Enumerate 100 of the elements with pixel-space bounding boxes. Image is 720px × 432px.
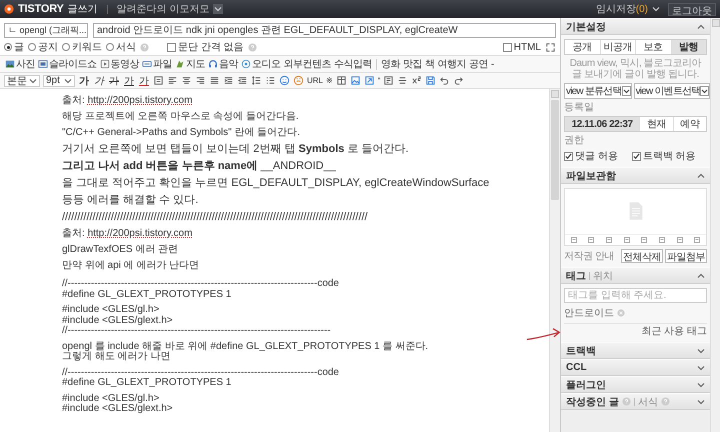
text-style-button[interactable]: 가: [138, 74, 150, 88]
chevron-icon[interactable]: [697, 364, 705, 372]
divider-icon[interactable]: [397, 75, 408, 86]
section-header[interactable]: CCL: [561, 359, 710, 376]
section-tab[interactable]: 태그: [566, 268, 586, 282]
line-spacing-icon[interactable]: [251, 75, 262, 86]
align-right-icon[interactable]: [195, 75, 206, 86]
insert-button[interactable]: 슬라이드쇼: [37, 57, 98, 71]
view-select[interactable]: view 분류선택: [564, 83, 632, 99]
post-type-radio[interactable]: 글: [4, 40, 24, 54]
superscript-icon[interactable]: [411, 75, 422, 86]
chevron-icon[interactable]: [697, 398, 705, 406]
toolbar-button[interactable]: URL: [307, 76, 324, 85]
insert-button[interactable]: 외부컨텐츠: [282, 57, 332, 71]
dropdown-icon[interactable]: [700, 86, 710, 96]
outdent-icon[interactable]: [237, 75, 248, 86]
insert-button[interactable]: 수식입력: [333, 57, 373, 71]
info-button[interactable]: 여행지: [436, 57, 467, 71]
scrollbar[interactable]: [549, 89, 560, 432]
info-button[interactable]: 책: [424, 57, 436, 71]
link-icon[interactable]: [364, 75, 375, 86]
code-line: #include <GLES/glext.h>: [62, 404, 174, 414]
caret-icon[interactable]: [652, 5, 660, 13]
section-header[interactable]: 플러그인: [561, 376, 710, 393]
date-option[interactable]: 12.11.06 22:37: [565, 117, 640, 131]
info-button[interactable]: 영화: [380, 57, 401, 71]
expand-icon[interactable]: [545, 42, 556, 52]
chevron-icon[interactable]: [697, 22, 705, 30]
undo-icon[interactable]: [439, 75, 450, 86]
paragraph-style-select[interactable]: 본문: [4, 74, 40, 86]
caret-icon[interactable]: [29, 76, 37, 84]
text-style-button[interactable]: 가: [123, 74, 135, 88]
indent-icon[interactable]: [223, 75, 234, 86]
chevron-icon[interactable]: [697, 272, 705, 280]
source-link[interactable]: http://200psi.tistory.com: [88, 95, 192, 106]
paragraph: glDrawTexfOES 에러 관련: [62, 243, 180, 257]
insert-button[interactable]: 동영상: [98, 57, 140, 71]
tag-field[interactable]: 태그를 입력해 주세요.: [564, 288, 707, 303]
dropdown-icon[interactable]: [213, 4, 224, 14]
title-field[interactable]: android 안드로이드 ndk jni opengles 관련 EGL_DEFAULT_DISPLAY, eglCreateW: [93, 22, 556, 38]
post-type-radio[interactable]: 키워드: [62, 40, 102, 54]
caret-icon[interactable]: [64, 76, 72, 84]
info-button[interactable]: 맛집: [402, 57, 423, 71]
category-select[interactable]: ㄴ opengl (그래픽...: [4, 22, 88, 38]
chevron-icon[interactable]: [697, 172, 705, 180]
source-link[interactable]: http://200psi.tistory.com: [88, 228, 192, 239]
scrollbar[interactable]: [710, 18, 720, 432]
insert-button[interactable]: 사진: [4, 57, 36, 71]
html-checkbox[interactable]: HTML: [502, 42, 541, 52]
temp-save-button[interactable]: 임시저장(0): [596, 2, 648, 16]
table-icon[interactable]: [336, 75, 347, 86]
chevron-icon[interactable]: [697, 346, 705, 354]
insert-button[interactable]: 지도: [174, 57, 206, 71]
sticker-icon[interactable]: [293, 75, 304, 86]
paragraph-spacing-checkbox[interactable]: 문단 간격 없음: [167, 40, 244, 54]
permission-checkbox[interactable]: 트랙백 허용: [632, 149, 696, 163]
section-header[interactable]: 작성중인 글 서식: [561, 393, 710, 410]
align-center-icon[interactable]: [181, 75, 192, 86]
insert-button[interactable]: 오디오: [240, 57, 282, 71]
box-icon[interactable]: [383, 75, 394, 86]
insert-button[interactable]: 파일: [141, 57, 173, 71]
toolbar-button[interactable]: ※: [326, 76, 333, 85]
justify-icon[interactable]: [209, 75, 220, 86]
text-style-button[interactable]: 가: [93, 74, 105, 88]
visibility-option[interactable]: 발행: [670, 40, 706, 54]
text-style-button[interactable]: 가: [78, 74, 90, 88]
visibility-option[interactable]: 비공개: [600, 40, 635, 54]
logo-icon: [4, 4, 14, 14]
section-header[interactable]: 기본설정: [561, 18, 710, 35]
logout-button[interactable]: 로그아웃: [668, 2, 716, 16]
file-button[interactable]: 전체삭제: [621, 249, 663, 263]
blog-name: 알려준다의 이모저모: [116, 3, 210, 16]
insert-button[interactable]: 음악: [207, 57, 239, 71]
dropdown-icon[interactable]: [622, 86, 631, 96]
file-button[interactable]: 파일첨부: [665, 249, 707, 263]
post-type-radio[interactable]: 서식: [106, 40, 136, 54]
chevron-icon[interactable]: [697, 380, 705, 388]
align-left-icon[interactable]: [167, 75, 178, 86]
image-icon[interactable]: [350, 75, 361, 86]
recent-tags-link[interactable]: 최근 사용 태그: [564, 323, 707, 338]
post-type-radio[interactable]: 공지: [28, 40, 58, 54]
list-icon[interactable]: [265, 75, 276, 86]
save-icon[interactable]: [425, 75, 436, 86]
view-select[interactable]: view 이벤트선택: [634, 83, 710, 99]
font-size-select[interactable]: 9pt: [43, 74, 75, 86]
date-option[interactable]: 현재: [639, 117, 673, 131]
date-option[interactable]: 예약: [672, 117, 706, 131]
section-header[interactable]: 태그 위치: [561, 267, 710, 284]
section-header[interactable]: 파일보관함: [561, 167, 710, 184]
text-style-button[interactable]: 가: [108, 74, 120, 88]
document-icon: [628, 201, 644, 221]
disc-icon: [241, 59, 251, 69]
info-button[interactable]: -: [490, 58, 495, 70]
visibility-option[interactable]: 공개: [565, 40, 600, 54]
section-header[interactable]: 트랙백: [561, 342, 710, 359]
permission-checkbox[interactable]: 댓글 허용: [564, 149, 618, 163]
smiley-icon[interactable]: [279, 75, 290, 86]
info-button[interactable]: 공연: [468, 57, 489, 71]
redo-icon[interactable]: [453, 75, 464, 86]
toolbar-button[interactable]: “: [378, 76, 380, 85]
